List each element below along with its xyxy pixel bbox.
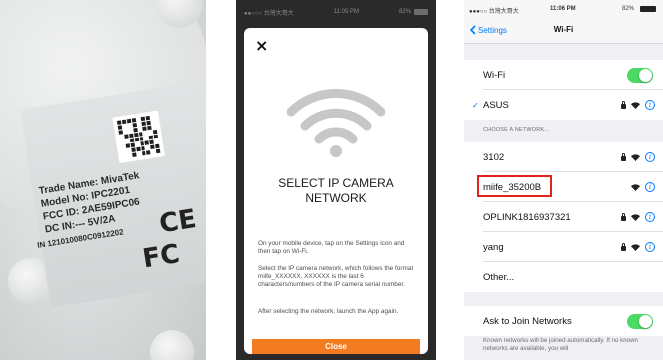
ios-wifi-settings: ●●●○○ 台灣大哥大 11:06 PM 82% Settings Wi-Fi … [464,0,663,360]
info-icon[interactable]: i [645,242,655,252]
product-label: Trade Name: MivaTek Model No: IPC2201 FC… [20,76,206,308]
battery-icon [414,9,428,15]
close-button[interactable]: Close [252,339,420,354]
network-name: ASUS [483,99,509,111]
wifi-signal-icon [631,153,640,161]
ask-to-join-toggle[interactable] [627,313,653,329]
battery-percent: 82% [622,6,635,12]
status-bar: ●●●○○ 台灣大哥大 11:06 PM 82% [464,0,663,18]
wifi-icon [287,89,385,157]
info-icon[interactable]: i [645,182,655,192]
wifi-signal-icon [631,213,640,221]
nav-bar: Settings Wi-Fi [464,18,663,44]
network-status-icons: i [621,100,655,110]
page-title: Wi-Fi [553,25,574,34]
carrier-label: ●●○○○ 台灣大哥大 [244,10,294,17]
network-row-oplink[interactable]: OPLINK1816937321 i [464,202,663,232]
battery-percent: 82% [398,9,411,15]
info-icon[interactable]: i [645,212,655,222]
lock-icon [621,242,626,251]
wifi-toggle[interactable] [627,67,653,83]
status-time: 11:05 PM [333,9,360,15]
status-time: 11:06 PM [550,6,576,12]
wifi-signal-icon [631,101,640,109]
network-name: 3102 [483,151,505,163]
connected-network-row[interactable]: ✓ ASUS i [464,90,663,120]
other-label: Other... [483,271,515,283]
instruction-dialog: × SELECT IP CAMERA NETWORK On your mobil… [244,28,428,354]
ask-to-join-row: Ask to Join Networks [464,306,663,336]
carrier-label: ●●●○○ 台灣大哥大 [469,9,519,15]
network-name: OPLINK1816937321 [483,211,571,223]
qr-code-icon [112,110,165,164]
instruction-step: After selecting the network, launch the … [258,308,399,315]
dialog-title: SELECT IP CAMERA NETWORK [278,176,394,205]
instruction-step: On your mobile device, tap on the Settin… [258,240,405,256]
wifi-row-label: Wi-Fi [483,69,506,81]
highlight-box [477,175,552,197]
lock-icon [621,100,626,109]
section-header: CHOOSE A NETWORK... [483,127,550,133]
network-row-3102[interactable]: 3102 i [464,142,663,172]
status-bar: ●●○○○ 台灣大哥大 11:05 PM 82% [236,0,436,24]
info-icon[interactable]: i [645,152,655,162]
lock-icon [621,152,626,161]
wifi-signal-icon [631,243,640,251]
battery-indicator: 82% [399,9,428,15]
network-row-yang[interactable]: yang i [464,232,663,262]
app-screen: ●●○○○ 台灣大哥大 11:05 PM 82% × SELECT IP CAM… [236,0,436,360]
camera-label-photo: Trade Name: MivaTek Model No: IPC2201 FC… [0,0,206,360]
battery-icon [640,6,656,12]
wifi-toggle-row: Wi-Fi [464,60,663,90]
instruction-step: Select the IP camera network, which foll… [258,265,414,289]
checkmark-icon: ✓ [472,100,479,110]
fc-mark: FC [140,239,182,275]
wifi-signal-icon [631,183,640,191]
ask-to-join-label: Ask to Join Networks [483,315,572,327]
lock-icon [621,212,626,221]
close-icon[interactable]: × [255,36,268,55]
info-icon[interactable]: i [645,100,655,110]
other-network-row[interactable]: Other... [464,262,663,292]
rubber-foot [150,330,194,360]
ce-mark: CE [157,203,199,240]
network-name: yang [483,241,504,253]
footer-note: Known networks will be joined automatica… [483,337,638,352]
